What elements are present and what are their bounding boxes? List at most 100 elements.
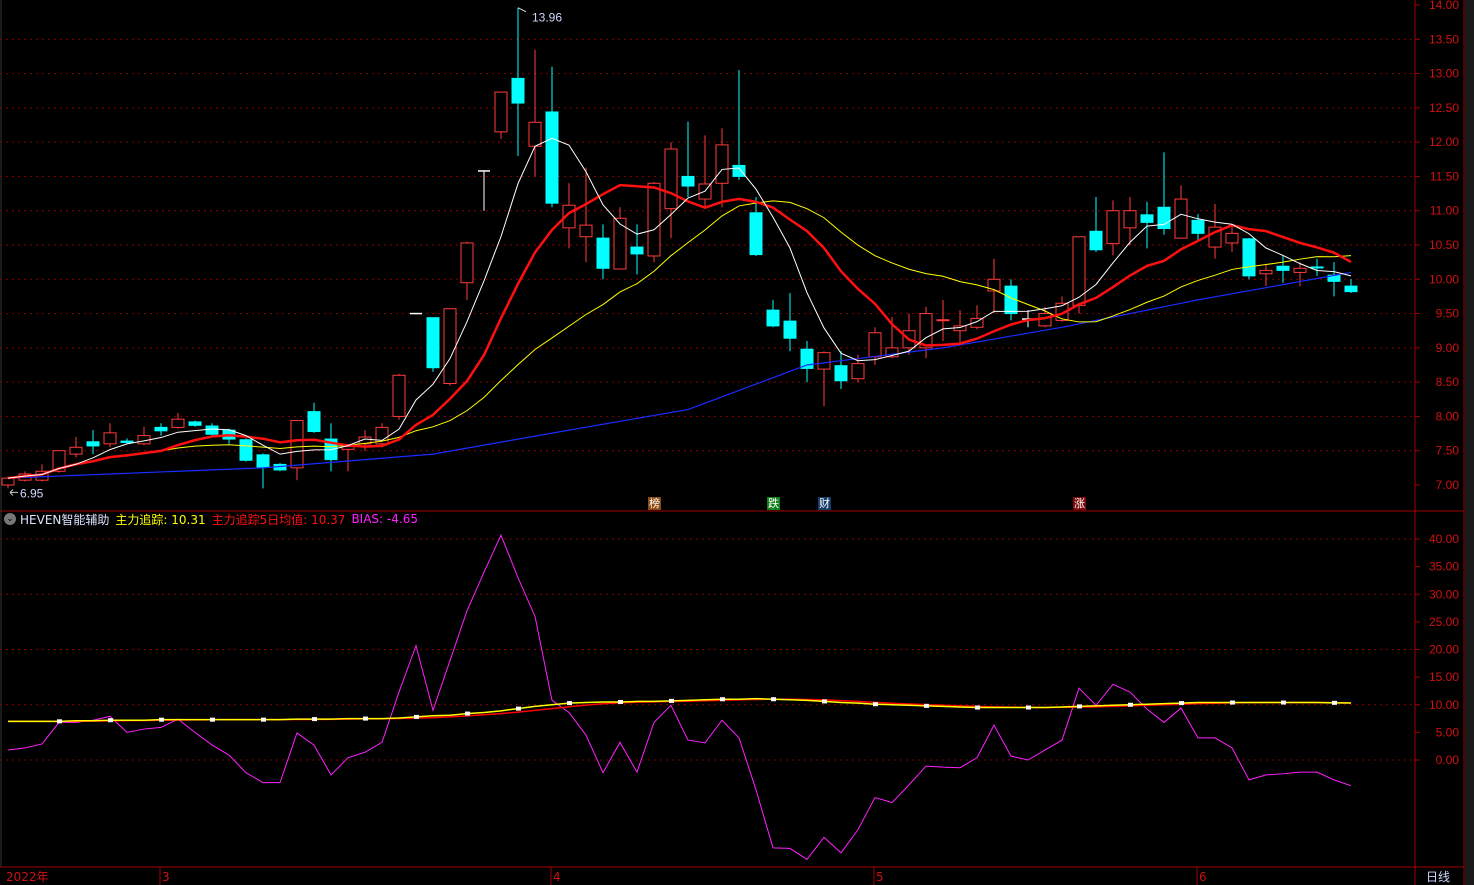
price-tick-label: 9.00 [1436, 341, 1460, 355]
candle-down [630, 246, 644, 255]
candle-down [188, 421, 202, 426]
price-tick-label: 12.00 [1429, 135, 1459, 149]
indicator-tick-label: 15.00 [1429, 670, 1459, 684]
track-marker [57, 719, 62, 724]
candle-down [1242, 238, 1256, 277]
bias-value: BIAS: -4.65 [351, 512, 418, 526]
indicator-tick-label: 30.00 [1429, 587, 1459, 601]
price-tick-label: 7.00 [1436, 478, 1460, 492]
candle-up [1259, 269, 1273, 275]
candle-down [749, 212, 763, 256]
indicator-name[interactable]: HEVEN智能辅助 [20, 511, 109, 528]
candle-down [256, 454, 270, 468]
stock-chart[interactable]: 14.00 13.50 13.00 12.50 12.00 11.50 11.00 10.50… [0, 0, 1474, 885]
candle-down [1276, 265, 1290, 271]
candle-up [103, 432, 117, 445]
candle-up [1072, 236, 1086, 306]
candle-up [647, 182, 661, 257]
price-tick-label: 10.00 [1429, 272, 1459, 286]
candle-down [1344, 285, 1358, 293]
candle-down [1157, 206, 1171, 230]
track-marker [465, 711, 470, 716]
track-marker [312, 717, 317, 722]
signal-badge[interactable]: 涨 [1073, 497, 1086, 510]
candle-down [1310, 266, 1324, 269]
track-marker [975, 705, 980, 710]
track-marker [924, 703, 929, 708]
candle-up [579, 224, 593, 238]
candle-up [851, 363, 865, 380]
candle-up [613, 217, 627, 270]
bias-line [7, 533, 1352, 861]
price-tick-label: 14.00 [1429, 0, 1459, 12]
candle-down [766, 309, 780, 327]
candle-up [443, 308, 457, 385]
indicator-tick-label: 25.00 [1429, 615, 1459, 629]
candle-down [1140, 214, 1154, 223]
track-marker [618, 699, 623, 704]
price-tick-label: 9.50 [1436, 307, 1460, 321]
track-marker [108, 718, 113, 723]
track-marker [1026, 705, 1031, 710]
candle-down [205, 425, 219, 435]
candle-up [715, 144, 729, 184]
candle-up [868, 332, 882, 358]
candle-up [817, 352, 831, 370]
candle-up [392, 374, 406, 417]
price-tick-label: 7.50 [1436, 444, 1460, 458]
candle-up [290, 420, 304, 469]
candle-down [596, 237, 610, 269]
track-avg-line [8, 698, 1352, 723]
candle-up [69, 446, 83, 455]
track-marker [516, 706, 521, 711]
track-marker [1179, 701, 1184, 706]
signal-badge[interactable]: 跌 [767, 497, 780, 510]
candle-up [936, 319, 950, 322]
signal-badge[interactable]: 财 [818, 497, 831, 510]
track-marker [159, 717, 164, 722]
track-marker [1281, 700, 1286, 705]
indicator-tick-label: 5.00 [1436, 725, 1460, 739]
candle-down [1191, 219, 1205, 234]
track-marker [414, 714, 419, 719]
price-tick-label: 13.50 [1429, 32, 1459, 46]
scrollbar[interactable] [1465, 0, 1474, 885]
track-marker [210, 717, 215, 722]
candle-up [494, 91, 508, 133]
price-tick-label: 12.50 [1429, 101, 1459, 115]
track-marker [363, 716, 368, 721]
indicator-legend: ⌄ HEVEN智能辅助 主力追踪: 10.31 主力追踪5日均值: 10.37 … [4, 511, 424, 527]
track-marker [261, 717, 266, 722]
candle-up [1, 477, 15, 486]
candle-down [732, 164, 746, 177]
track-marker [669, 698, 674, 703]
track-marker [771, 697, 776, 702]
candle-down [154, 426, 168, 432]
candle-up [171, 418, 185, 428]
candle-down [783, 320, 797, 339]
candle-up [1106, 210, 1120, 245]
track-value: 主力追踪: 10.31 [115, 512, 206, 527]
candle-up [460, 242, 474, 284]
track-marker [1128, 702, 1133, 707]
candle-up [1225, 232, 1239, 244]
candle-up [1174, 198, 1188, 239]
low-price-label: 6.95 [20, 486, 44, 500]
candle-down [426, 317, 440, 369]
signal-badge[interactable]: 榜 [648, 497, 661, 510]
price-tick-label: 8.00 [1436, 409, 1460, 423]
period-label[interactable]: 日线 [1426, 868, 1450, 885]
collapse-toggle-icon[interactable]: ⌄ [4, 513, 16, 525]
time-tick-label: 6 [1199, 870, 1207, 884]
price-tick-label: 11.50 [1430, 169, 1459, 183]
price-tick-label: 11.00 [1430, 204, 1459, 218]
track-marker [822, 699, 827, 704]
ma60-line [7, 271, 1352, 479]
candle-down [86, 441, 100, 447]
candle-up [664, 148, 678, 210]
time-tick-label: 2022年 [6, 870, 49, 884]
track-marker [1230, 700, 1235, 705]
track-marker [567, 701, 572, 706]
time-tick-label: 3 [162, 870, 170, 884]
candle-down [681, 175, 695, 187]
